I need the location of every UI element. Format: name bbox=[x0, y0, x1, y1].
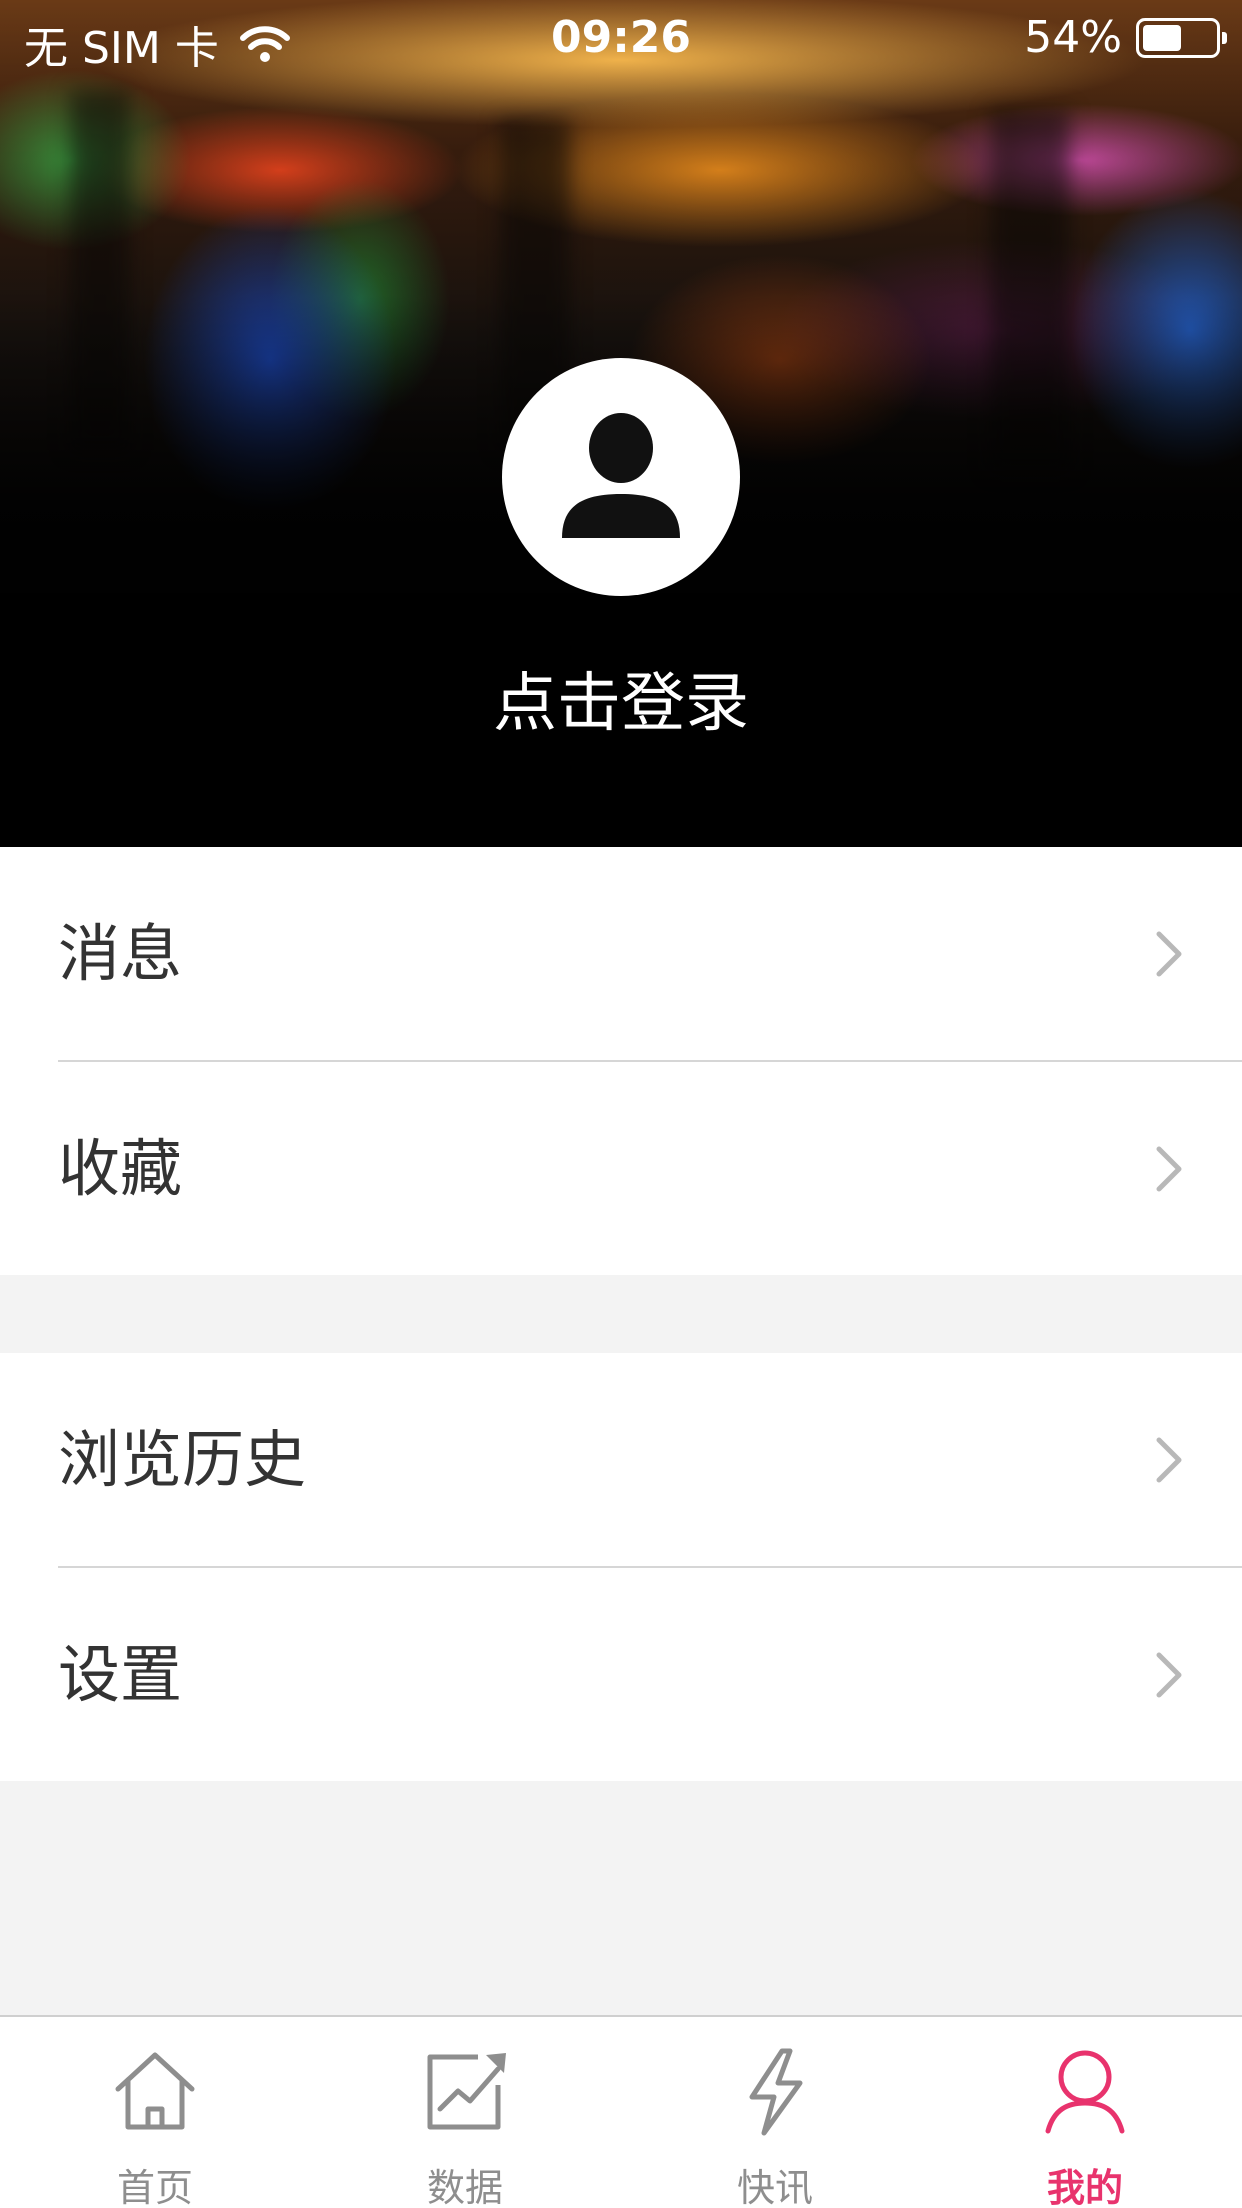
menu-item-history[interactable]: 浏览历史 bbox=[0, 1353, 1242, 1566]
tab-label: 快讯 bbox=[736, 2166, 813, 2208]
battery-level-fill bbox=[1143, 24, 1181, 51]
tab-data[interactable]: 数据 bbox=[310, 2017, 620, 2208]
menu-item-label: 设置 bbox=[58, 1638, 183, 1711]
battery-icon bbox=[1136, 17, 1227, 58]
menu-group-messages: 消息 收藏 bbox=[0, 847, 1242, 1275]
menu-item-label: 消息 bbox=[58, 917, 183, 990]
home-icon bbox=[115, 2052, 195, 2130]
profile-header: 无 SIM 卡 09:26 54% 点击登录 bbox=[0, 0, 1242, 847]
lightning-icon bbox=[749, 2048, 803, 2136]
chevron-right-icon bbox=[1156, 931, 1182, 977]
bottom-tab-bar: 首页 数据 快讯 我的 bbox=[0, 2015, 1242, 2208]
tab-label: 我的 bbox=[1046, 2166, 1123, 2208]
profile-page: 无 SIM 卡 09:26 54% 点击登录 消息 收藏 浏览历史 设置 首页 … bbox=[0, 0, 1242, 2208]
menu-item-settings[interactable]: 设置 bbox=[0, 1568, 1242, 1781]
status-bar: 无 SIM 卡 09:26 54% bbox=[0, 0, 1242, 80]
login-link[interactable]: 点击登录 bbox=[0, 652, 1242, 744]
tab-news[interactable]: 快讯 bbox=[620, 2017, 930, 2208]
menu-item-label: 浏览历史 bbox=[58, 1423, 307, 1496]
chevron-right-icon bbox=[1156, 1437, 1182, 1483]
menu-item-favorites[interactable]: 收藏 bbox=[0, 1062, 1242, 1275]
person-icon bbox=[1045, 2050, 1125, 2134]
avatar-button[interactable] bbox=[502, 358, 740, 596]
menu-item-messages[interactable]: 消息 bbox=[0, 847, 1242, 1060]
chevron-right-icon bbox=[1156, 1146, 1182, 1192]
battery-percent: 54% bbox=[1024, 12, 1122, 63]
tab-label: 首页 bbox=[116, 2166, 193, 2208]
tab-label: 数据 bbox=[426, 2166, 503, 2208]
battery-tip bbox=[1222, 31, 1227, 44]
menu-group-history: 浏览历史 设置 bbox=[0, 1353, 1242, 1781]
chevron-right-icon bbox=[1156, 1652, 1182, 1698]
tab-home[interactable]: 首页 bbox=[0, 2017, 310, 2208]
menu-item-label: 收藏 bbox=[58, 1132, 183, 1205]
user-avatar-icon bbox=[562, 413, 680, 538]
chart-icon bbox=[427, 2053, 506, 2130]
status-battery-group: 54% bbox=[1024, 12, 1227, 63]
tab-mine[interactable]: 我的 bbox=[930, 2017, 1240, 2208]
